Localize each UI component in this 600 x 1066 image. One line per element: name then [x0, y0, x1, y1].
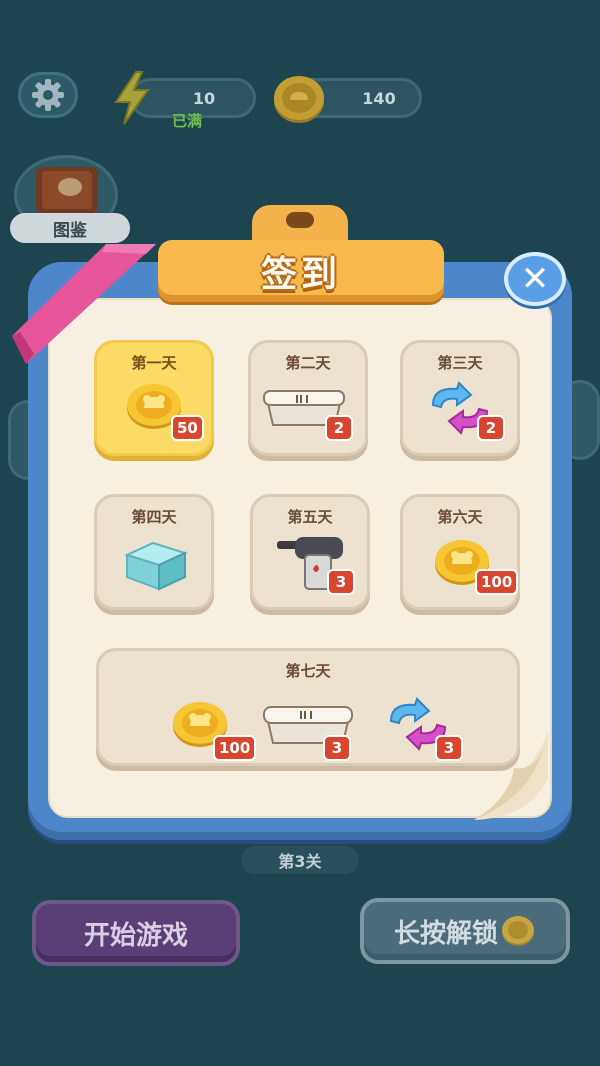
coin-value: 140: [362, 88, 396, 108]
close-button[interactable]: ✕: [504, 252, 566, 306]
lightning-icon: [114, 71, 150, 125]
day-card-1[interactable]: 第一天 50: [94, 340, 214, 456]
level-indicator: 第3关: [241, 846, 359, 874]
reward-count-badge: 3: [327, 569, 355, 595]
long-press-unlock-button[interactable]: 长按解锁: [360, 898, 570, 964]
day-card-2[interactable]: 第二天 2: [248, 340, 368, 456]
day-card-3[interactable]: 第三天 2: [400, 340, 520, 456]
day-card-7[interactable]: 第七天 100 3 3: [96, 648, 520, 766]
ice-cube-icon: [124, 541, 188, 591]
day-label: 第六天: [437, 508, 483, 526]
day-label: 第四天: [131, 508, 177, 526]
energy-status: 已满: [172, 112, 203, 130]
gear-icon: [32, 79, 64, 111]
unlock-label: 长按解锁: [393, 918, 498, 949]
start-game-label: 开始游戏: [83, 920, 188, 951]
reward-count-badge: 2: [325, 415, 353, 441]
day-label: 第七天: [285, 662, 331, 680]
energy-value: 10: [192, 88, 216, 108]
reward-count-badge: 50: [171, 415, 204, 441]
reward-count-badge: 3: [323, 735, 351, 761]
day-card-6[interactable]: 第六天 100: [400, 494, 520, 610]
coin-icon: [274, 76, 324, 123]
reward-count-badge: 100: [475, 569, 519, 595]
day-card-5[interactable]: 第五天 3: [250, 494, 370, 610]
popup-title: 签到: [260, 254, 341, 295]
coin-icon: [502, 916, 534, 946]
collection-book-button[interactable]: 图鉴: [10, 155, 130, 243]
day-card-4[interactable]: 第四天: [94, 494, 214, 610]
settings-button[interactable]: [18, 72, 78, 118]
reward-count-badge: 3: [435, 735, 463, 761]
start-game-button[interactable]: 开始游戏: [32, 900, 240, 966]
close-icon: ✕: [520, 259, 550, 299]
day-label: 第二天: [285, 354, 331, 372]
checkin-title-banner: 签到: [158, 240, 444, 302]
day-label: 第三天: [437, 354, 483, 372]
book-icon: [36, 167, 98, 213]
day-label: 第一天: [131, 354, 177, 372]
reward-count-badge: 100: [213, 735, 257, 761]
day-label: 第五天: [287, 508, 333, 526]
reward-count-badge: 2: [477, 415, 505, 441]
